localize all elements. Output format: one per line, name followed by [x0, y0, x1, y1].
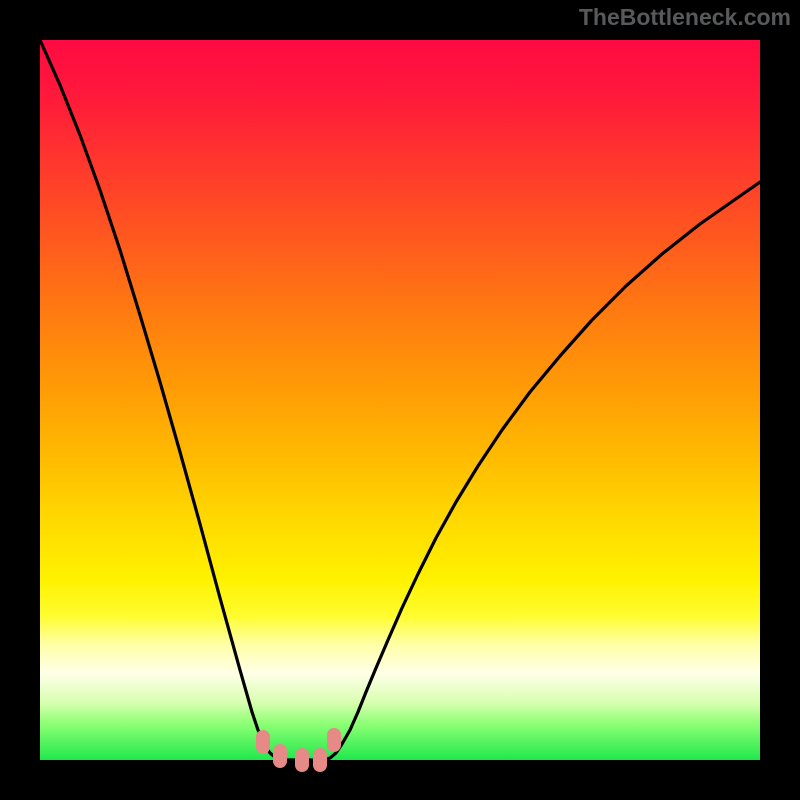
chart-frame: TheBottleneck.com [0, 0, 800, 800]
watermark: TheBottleneck.com [579, 4, 791, 31]
plot-area [40, 40, 760, 760]
